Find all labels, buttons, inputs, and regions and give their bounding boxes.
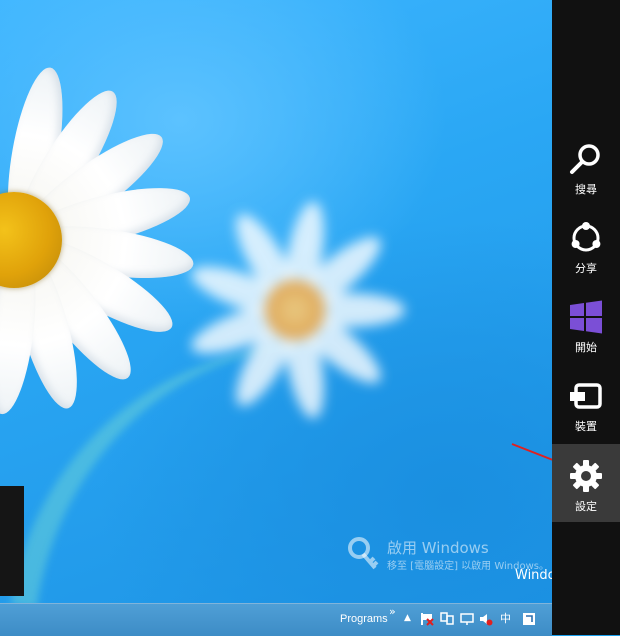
share-icon — [571, 222, 601, 252]
activation-watermark: 啟用 Windows 移至 [電腦設定] 以啟用 Windows。 Windo — [345, 532, 552, 602]
ime-mode-icon[interactable] — [522, 612, 536, 626]
charm-start-label: 開始 — [575, 341, 597, 354]
charms-bar: 搜尋 分享 開始 裝置 設定 — [552, 0, 620, 635]
ime-language-indicator[interactable]: 中 — [500, 612, 514, 626]
search-icon — [570, 144, 600, 174]
taskbar: Programs » ▲ 中 — [0, 603, 552, 636]
charm-settings-label: 設定 — [575, 500, 597, 513]
toolbar-overflow-chevron[interactable]: » — [389, 605, 396, 618]
activation-title: 啟用 Windows — [387, 539, 489, 557]
show-hidden-icons-button[interactable]: ▲ — [404, 613, 411, 623]
charm-settings[interactable]: 設定 — [552, 444, 620, 522]
charm-start[interactable]: 開始 — [552, 285, 620, 363]
flag-icon[interactable] — [420, 612, 434, 626]
charm-search-label: 搜尋 — [575, 183, 597, 196]
charm-search[interactable]: 搜尋 — [552, 127, 620, 205]
windows-logo-icon — [570, 300, 602, 334]
display-icon[interactable] — [460, 612, 474, 626]
desktop-wallpaper: 啟用 Windows 移至 [電腦設定] 以啟用 Windows。 Windo — [0, 0, 552, 603]
charm-devices[interactable]: 裝置 — [552, 364, 620, 442]
charm-share-label: 分享 — [575, 262, 597, 275]
devices-icon — [570, 383, 602, 409]
key-icon — [348, 537, 379, 570]
charm-share[interactable]: 分享 — [552, 206, 620, 284]
volume-muted-icon[interactable] — [479, 612, 493, 626]
settings-gear-icon — [570, 460, 602, 492]
background-window-edge[interactable] — [0, 486, 24, 596]
programs-toolbar-label[interactable]: Programs — [340, 613, 388, 625]
activation-windows-text: Windo — [515, 568, 552, 583]
network-icon[interactable] — [440, 612, 454, 626]
charm-devices-label: 裝置 — [575, 420, 597, 433]
